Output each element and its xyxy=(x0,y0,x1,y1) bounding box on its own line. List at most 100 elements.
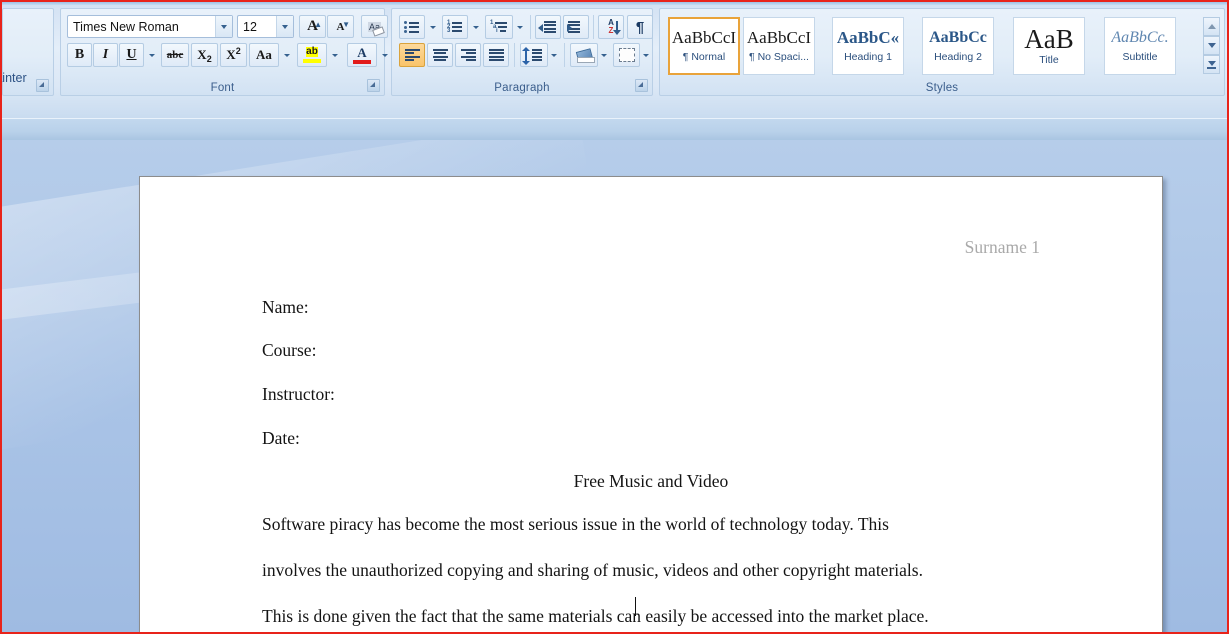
bullets-dropdown-icon[interactable] xyxy=(426,15,439,39)
change-case-button[interactable]: Aa xyxy=(249,43,279,67)
format-painter-label[interactable]: Painter xyxy=(0,71,27,85)
font-size-dropdown-icon[interactable] xyxy=(276,16,293,37)
bullets-icon xyxy=(404,21,420,33)
align-center-button[interactable] xyxy=(427,43,453,67)
styles-scroll-controls xyxy=(1203,17,1220,75)
increase-arrow-icon xyxy=(567,24,572,32)
shading-button[interactable] xyxy=(570,43,598,67)
font-group-label: Font xyxy=(210,82,235,94)
font-dialog-launcher[interactable] xyxy=(367,79,380,92)
style-name: ¶ Normal xyxy=(682,51,726,63)
style-item-heading-1[interactable]: AaBbC« Heading 1 xyxy=(832,17,904,75)
bold-label: B xyxy=(74,47,85,62)
align-center-icon xyxy=(432,49,448,61)
document-workspace: Surname 1 Name: Course: Instructor: Date… xyxy=(2,140,1227,632)
borders-icon xyxy=(618,48,635,62)
style-item-subtitle[interactable]: AaBbCc. Subtitle xyxy=(1104,17,1176,75)
font-size-value: 12 xyxy=(243,19,257,34)
italic-label: I xyxy=(102,47,109,62)
font-color-label: A xyxy=(357,45,367,60)
justify-button[interactable] xyxy=(483,43,509,67)
grow-arrow-icon: ▲ xyxy=(314,20,322,29)
decrease-arrow-icon xyxy=(538,24,543,32)
increase-indent-button[interactable] xyxy=(563,15,589,39)
styles-group-label: Styles xyxy=(925,82,959,94)
doc-line-course: Course: xyxy=(262,340,317,360)
highlight-dropdown-icon[interactable] xyxy=(328,43,341,67)
line-spacing-button[interactable] xyxy=(520,43,548,67)
document-header-surname: Surname 1 xyxy=(964,237,1040,257)
pilcrow-icon: ¶ xyxy=(635,18,645,36)
change-case-label: Aa xyxy=(256,47,272,62)
strikethrough-button[interactable]: abc xyxy=(161,43,189,67)
change-case-dropdown-icon[interactable] xyxy=(280,43,293,67)
style-preview: AaBbCc. xyxy=(1111,29,1169,46)
doc-body-line-1: Software piracy has become the most seri… xyxy=(262,514,889,534)
borders-button[interactable] xyxy=(613,43,640,67)
shading-color-swatch xyxy=(577,57,595,63)
numbering-dropdown-icon[interactable] xyxy=(469,15,482,39)
font-color-button[interactable]: A xyxy=(347,43,377,67)
font-name-dropdown-icon[interactable] xyxy=(215,16,232,37)
document-page[interactable]: Surname 1 Name: Course: Instructor: Date… xyxy=(139,176,1163,632)
style-item-no-spacing[interactable]: AaBbCcI ¶ No Spaci... xyxy=(743,17,815,75)
line-spacing-icon xyxy=(532,49,542,61)
decrease-indent-button[interactable] xyxy=(535,15,561,39)
superscript-button[interactable]: X 2 xyxy=(220,43,247,67)
text-cursor xyxy=(635,597,636,616)
style-preview: AaBbC« xyxy=(836,29,900,46)
style-preview: AaB xyxy=(1024,26,1074,51)
underline-button[interactable]: U xyxy=(119,43,144,67)
decrease-indent-icon xyxy=(544,21,556,33)
style-name: Heading 2 xyxy=(934,50,982,63)
numbering-button[interactable]: 123 xyxy=(442,15,468,39)
shrink-font-button[interactable]: A ▼ xyxy=(327,15,354,38)
bullets-button[interactable] xyxy=(399,15,425,39)
subscript-button[interactable]: X 2 xyxy=(191,43,218,67)
borders-dropdown-icon[interactable] xyxy=(640,43,652,67)
spacing-arrow-up xyxy=(522,47,530,51)
shading-dropdown-icon[interactable] xyxy=(598,43,610,67)
clear-formatting-button[interactable]: Aa xyxy=(361,15,388,38)
sort-button[interactable]: AZ xyxy=(598,15,624,39)
line-spacing-dropdown-icon[interactable] xyxy=(548,43,560,67)
font-size-combo[interactable]: 12 xyxy=(237,15,294,38)
ribbon-group-styles: AaBbCcI ¶ Normal AaBbCcI ¶ No Spaci... A… xyxy=(659,8,1225,96)
style-item-title[interactable]: AaB Title xyxy=(1013,17,1085,75)
styles-scroll-up-button[interactable] xyxy=(1203,17,1220,36)
show-formatting-marks-button[interactable]: ¶ xyxy=(627,15,653,39)
italic-button[interactable]: I xyxy=(93,43,118,67)
underline-dropdown-icon[interactable] xyxy=(145,43,158,67)
ribbon: Painter Times New Roman 12 A ▲ A ▼ Aa xyxy=(0,2,1227,118)
align-left-icon xyxy=(404,49,420,61)
font-name-value: Times New Roman xyxy=(73,19,179,34)
align-right-button[interactable] xyxy=(455,43,481,67)
text-highlight-button[interactable]: ab xyxy=(297,43,327,67)
style-name: ¶ No Spaci... xyxy=(749,51,809,63)
align-left-button[interactable] xyxy=(399,43,425,67)
ruler[interactable] xyxy=(2,118,1227,141)
multilevel-dropdown-icon[interactable] xyxy=(513,15,526,39)
styles-scroll-down-button[interactable] xyxy=(1203,36,1220,55)
styles-more-button[interactable] xyxy=(1203,55,1220,74)
style-item-heading-2[interactable]: AaBbCc Heading 2 xyxy=(922,17,994,75)
underline-label: U xyxy=(126,47,137,62)
clipboard-dialog-launcher[interactable] xyxy=(36,79,49,92)
multilevel-list-button[interactable]: 1ai xyxy=(485,15,513,39)
font-color-dropdown-icon[interactable] xyxy=(378,43,391,67)
style-preview: AaBbCcI xyxy=(746,29,812,46)
doc-title: Free Music and Video xyxy=(573,471,729,491)
paragraph-dialog-launcher[interactable] xyxy=(635,79,648,92)
numbering-icon: 123 xyxy=(447,20,463,34)
bold-button[interactable]: B xyxy=(67,43,92,67)
subscript-label: X xyxy=(197,47,207,62)
grow-font-button[interactable]: A ▲ xyxy=(299,15,326,38)
shrink-arrow-icon: ▼ xyxy=(342,20,350,29)
doc-line-date: Date: xyxy=(262,428,300,448)
align-right-icon xyxy=(460,49,476,61)
font-color-swatch xyxy=(353,60,371,64)
style-item-normal[interactable]: AaBbCcI ¶ Normal xyxy=(668,17,740,75)
subscript-sub: 2 xyxy=(206,54,212,64)
style-name: Subtitle xyxy=(1122,50,1158,63)
font-name-combo[interactable]: Times New Roman xyxy=(67,15,233,38)
